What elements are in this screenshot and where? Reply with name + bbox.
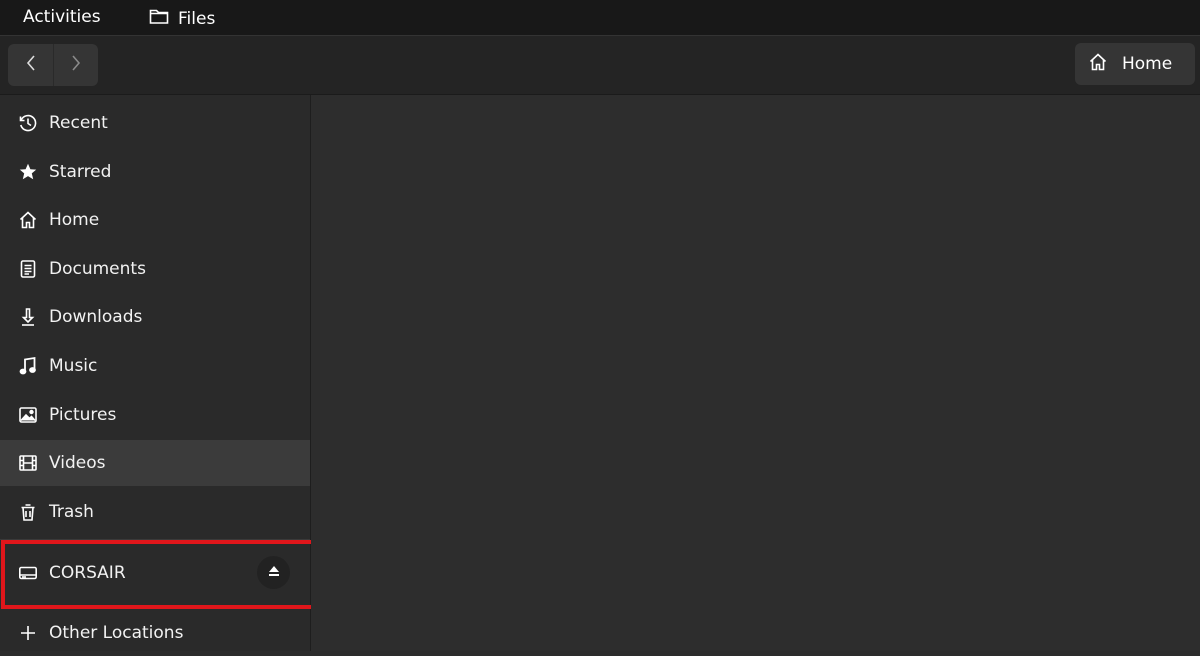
chevron-right-icon [69, 53, 83, 77]
eject-button[interactable] [257, 556, 290, 589]
sidebar-item-label: Music [49, 356, 98, 376]
music-icon [17, 355, 39, 377]
forward-button[interactable] [53, 44, 98, 86]
activities-button[interactable]: Activities [23, 7, 101, 27]
sidebar-item-label: Starred [49, 162, 112, 182]
sidebar-item-label: Downloads [49, 307, 143, 327]
sidebar-item-recent[interactable]: Recent [0, 100, 310, 146]
sidebar-item-label: Trash [49, 502, 94, 522]
sidebar-item-home[interactable]: Home [0, 197, 310, 243]
sidebar-separator [0, 539, 310, 540]
home-icon [1088, 52, 1108, 77]
picture-icon [17, 404, 39, 426]
sidebar-item-other-locations[interactable]: Other Locations [0, 610, 310, 656]
app-menu[interactable]: Files [149, 7, 215, 30]
sidebar: Recent Starred Home Documents Downloads … [0, 95, 311, 651]
path-label: Home [1122, 54, 1173, 74]
sidebar-item-downloads[interactable]: Downloads [0, 294, 310, 340]
plus-icon [17, 622, 39, 644]
sidebar-item-label: Documents [49, 259, 146, 279]
chevron-left-icon [24, 53, 38, 77]
eject-icon [267, 563, 281, 583]
path-bar-home[interactable]: Home [1075, 43, 1195, 85]
app-name: Files [178, 8, 216, 29]
sidebar-item-label: CORSAIR [49, 563, 126, 583]
top-bar: Activities Files [0, 0, 1200, 35]
home-icon [17, 209, 39, 231]
document-icon [17, 258, 39, 280]
sidebar-item-label: Videos [49, 453, 106, 473]
back-button[interactable] [8, 44, 53, 86]
clock-icon [17, 112, 39, 134]
sidebar-item-label: Pictures [49, 405, 117, 425]
sidebar-item-starred[interactable]: Starred [0, 149, 310, 195]
sidebar-item-music[interactable]: Music [0, 343, 310, 389]
download-icon [17, 306, 39, 328]
header-bar: Home [0, 35, 1200, 95]
file-view[interactable] [311, 95, 1200, 651]
sidebar-item-label: Recent [49, 113, 108, 133]
navigation-buttons [8, 44, 98, 86]
drive-icon [17, 562, 39, 584]
sidebar-item-label: Home [49, 210, 100, 230]
sidebar-item-documents[interactable]: Documents [0, 246, 310, 292]
sidebar-item-corsair[interactable]: CORSAIR [0, 550, 310, 596]
sidebar-item-pictures[interactable]: Pictures [0, 392, 310, 438]
sidebar-item-trash[interactable]: Trash [0, 489, 310, 535]
star-icon [17, 161, 39, 183]
sidebar-item-videos[interactable]: Videos [0, 440, 310, 486]
film-icon [17, 452, 39, 474]
trash-icon [17, 501, 39, 523]
sidebar-item-label: Other Locations [49, 623, 184, 643]
folder-icon [149, 7, 169, 30]
